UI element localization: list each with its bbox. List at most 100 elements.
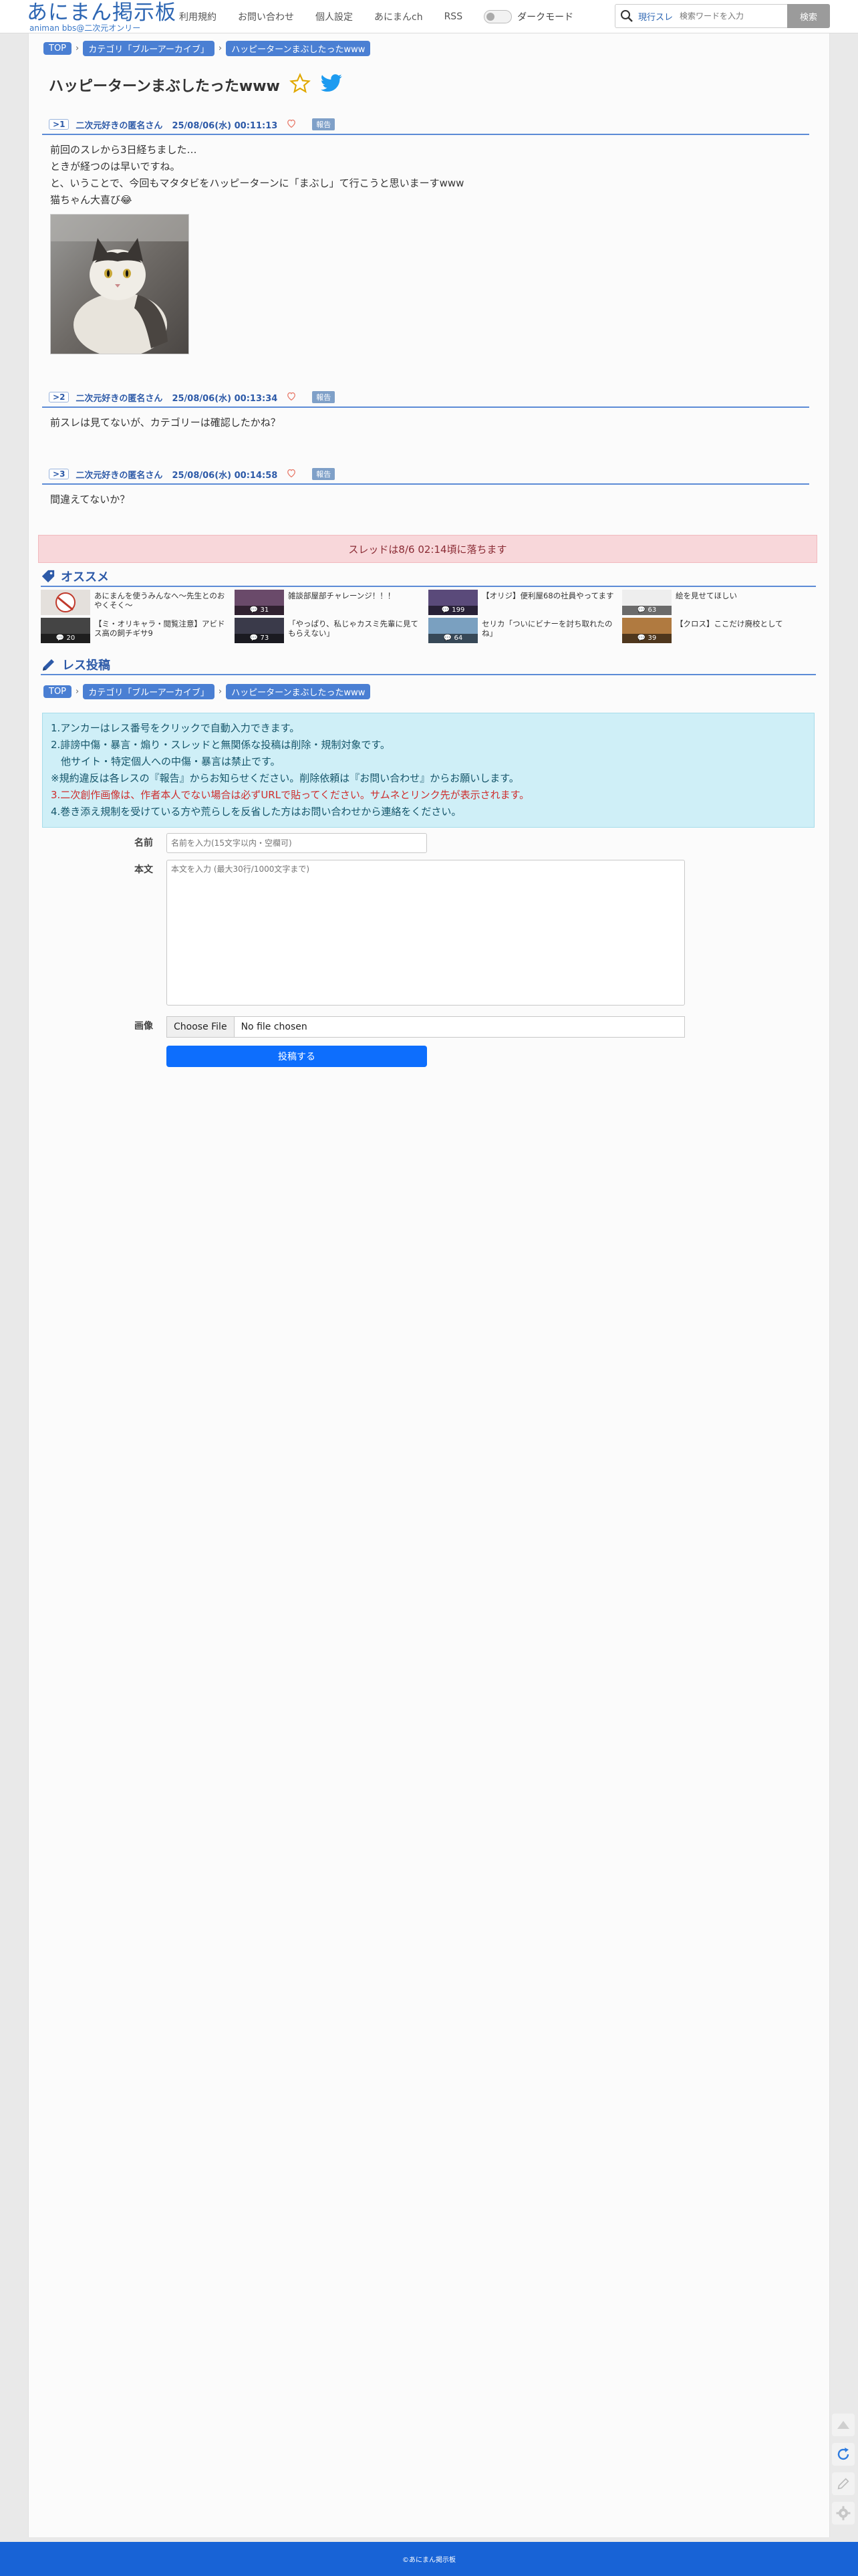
breadcrumb-category[interactable]: カテゴリ「ブルーアーカイブ」 [83,683,214,699]
site-logo[interactable]: あにまん掲示板 animan bbs@二次元オンリー [27,1,176,32]
toggle-track[interactable] [484,10,513,23]
settings-button[interactable] [832,2502,855,2525]
reload-button[interactable] [832,2443,855,2466]
recommend-item[interactable]: あにまんを使うみんなへ〜先生とのおやくそく〜 [41,590,235,615]
recommend-item[interactable]: 💬 39 【クロス】ここだけ廃校として [622,618,816,643]
header: あにまん掲示板 animan bbs@二次元オンリー 利用規約 お問い合わせ 個… [0,0,858,33]
recommend-title: オススメ [61,570,109,584]
recommend-count: 💬 64 [428,634,478,643]
post-date: 25/08/06(水) 00:11:13 [172,120,278,131]
post-line: 前スレは見てないが、カテゴリーは確認したかね？ [50,417,281,429]
recommend-item[interactable]: 💬 73 「やっぱり、私じゃカスミ先輩に見てもらえない」 [235,618,428,643]
breadcrumb-separator: › [76,686,80,697]
recommend-item[interactable]: 💬 31 雑談部屋部チャレーンジ！！！ [235,590,428,615]
recommend-count-value: 64 [454,634,463,642]
recommend-count-value: 39 [648,634,657,642]
recommend-item[interactable]: 💬 64 セリカ「ついにビナーを討ち取れたのね」 [428,618,622,643]
nav-terms[interactable]: 利用規約 [179,10,217,23]
recommend-item[interactable]: 💬 199 【オリジ】便利屋68の社員やってます [428,590,622,615]
recommend-thumbnail [41,590,90,615]
breadcrumb-top[interactable]: TOP [43,41,72,55]
choose-file-button[interactable]: Choose File [167,1017,235,1037]
file-status: No file chosen [241,1022,307,1032]
post-author: 二次元好きの匿名さん [76,120,163,131]
post-number[interactable]: >2 [49,392,69,402]
post-header: >3 二次元好きの匿名さん 25/08/06(水) 00:14:58 報告 [42,465,809,485]
report-button[interactable]: 報告 [312,468,335,480]
post-number[interactable]: >3 [49,469,69,479]
post-image-cat[interactable] [50,214,189,354]
image-row: 画像 Choose File No file chosen [122,1016,829,1038]
name-field[interactable] [166,833,427,853]
image-label: 画像 [134,1021,153,1032]
recommend-count-value: 31 [260,606,269,614]
nav-settings[interactable]: 個人設定 [315,10,353,23]
recommend-text: 【ミ・オリキャラ・閲覧注意】アビドス高の飼チギサ9 [94,619,225,638]
post-author: 二次元好きの匿名さん [76,393,163,404]
post-number[interactable]: >1 [49,119,69,130]
nav-contact[interactable]: お問い合わせ [238,10,294,23]
search-input[interactable] [680,6,787,26]
search-icon [615,5,638,27]
scroll-top-button[interactable] [832,2414,855,2436]
twitter-icon[interactable] [320,74,343,96]
breadcrumb: TOP › カテゴリ「ブルーアーカイブ」 › ハッピーターンまぶしたったwww [29,683,829,699]
recommend-text: セリカ「ついにビナーを討ち取れたのね」 [482,619,613,638]
side-tools [832,2414,856,2531]
post-line: ときが経つのは早いですね。 [50,160,180,172]
nav-animanch[interactable]: あにまんch [374,10,423,23]
rule-line: 1.アンカーはレス番号をクリックで自動入力できます。 [51,722,300,734]
post-line: 間違えてないか？ [50,493,130,505]
recommend-count: 💬 31 [235,606,284,615]
post-header: >1 二次元好きの匿名さん 25/08/06(水) 00:11:13 報告 [42,115,809,135]
breadcrumb-thread[interactable]: ハッピーターンまぶしたったwww [226,683,371,699]
post-header: >2 二次元好きの匿名さん 25/08/06(水) 00:13:34 報告 [42,388,809,408]
posting-rules: 1.アンカーはレス番号をクリックで自動入力できます。 2.誹謗中傷・暴言・煽り・… [42,713,815,828]
rule-line: 2.誹謗中傷・暴言・煽り・スレッドと無関係な投稿は削除・規制対象です。 [51,739,390,751]
recommend-count-value: 73 [260,634,269,642]
body-row: 本文 [122,860,829,1006]
name-row: 名前 [122,833,829,853]
report-button[interactable]: 報告 [312,118,335,130]
recommend-count: 💬 73 [235,634,284,643]
search-button[interactable]: 検索 [787,4,830,28]
recommend-item[interactable]: 💬 20 【ミ・オリキャラ・閲覧注意】アビドス高の飼チギサ9 [41,618,235,643]
submit-button[interactable]: 投稿する [166,1046,427,1067]
rule-line: ※規約違反は各レスの『報告』からお知らせください。削除依頼は『お問い合わせ』から… [51,772,519,784]
recommend-count-value: 199 [452,606,465,614]
recommend-item[interactable]: 💬 63 絵を見せてほしい [622,590,816,615]
thread-fall-notice: スレッドは8/6 02:14頃に落ちます [38,535,817,563]
recommend-thumbnail: 💬 20 [41,618,90,643]
breadcrumb: TOP › カテゴリ「ブルーアーカイブ」 › ハッピーターンまぶしたったwww [29,40,829,56]
recommend-count-value: 20 [66,634,76,642]
nav-rss[interactable]: RSS [444,11,463,22]
write-button[interactable] [832,2472,855,2495]
recommend-count-value: 63 [648,606,657,614]
dark-mode-toggle[interactable]: ダークモード [484,10,573,23]
main-nav: 利用規約 お問い合わせ 個人設定 あにまんch RSS ダークモード [179,0,573,33]
report-button[interactable]: 報告 [312,391,335,403]
breadcrumb-thread[interactable]: ハッピーターンまぶしたったwww [226,40,371,56]
name-label: 名前 [134,838,153,848]
gear-icon [836,2506,851,2521]
post-date: 25/08/06(水) 00:13:34 [172,393,278,404]
rule-line-warning: 3.二次創作画像は、作者本人でない場合は必ずURLで貼ってください。サムネとリン… [51,789,530,801]
body-label: 本文 [134,864,153,875]
footer-copyright: ©あにまん掲示板 [402,2557,456,2564]
post-1: >1 二次元好きの匿名さん 25/08/06(水) 00:11:13 報告 前回… [42,115,809,361]
search-scope-select[interactable]: 現行スレ [638,10,673,23]
heart-icon[interactable] [287,468,296,480]
image-file-input[interactable]: Choose File No file chosen [166,1016,685,1038]
recommend-text: 【オリジ】便利屋68の社員やってます [482,591,614,600]
breadcrumb-category[interactable]: カテゴリ「ブルーアーカイブ」 [83,40,214,56]
heart-icon[interactable] [287,118,296,130]
recommend-text: あにまんを使うみんなへ〜先生とのおやくそく〜 [94,591,225,610]
star-icon[interactable] [289,73,311,97]
footer: ©あにまん掲示板 [0,2542,858,2576]
heart-icon[interactable] [287,391,296,403]
breadcrumb-top[interactable]: TOP [43,685,72,698]
recommend-thumbnail: 💬 73 [235,618,284,643]
post-form-title: レス投稿 [62,659,110,673]
body-textarea[interactable] [166,860,685,1006]
rule-line: 4.巻き添え規制を受けている方や荒らしを反省した方はお問い合わせから連絡をくださ… [51,806,462,818]
